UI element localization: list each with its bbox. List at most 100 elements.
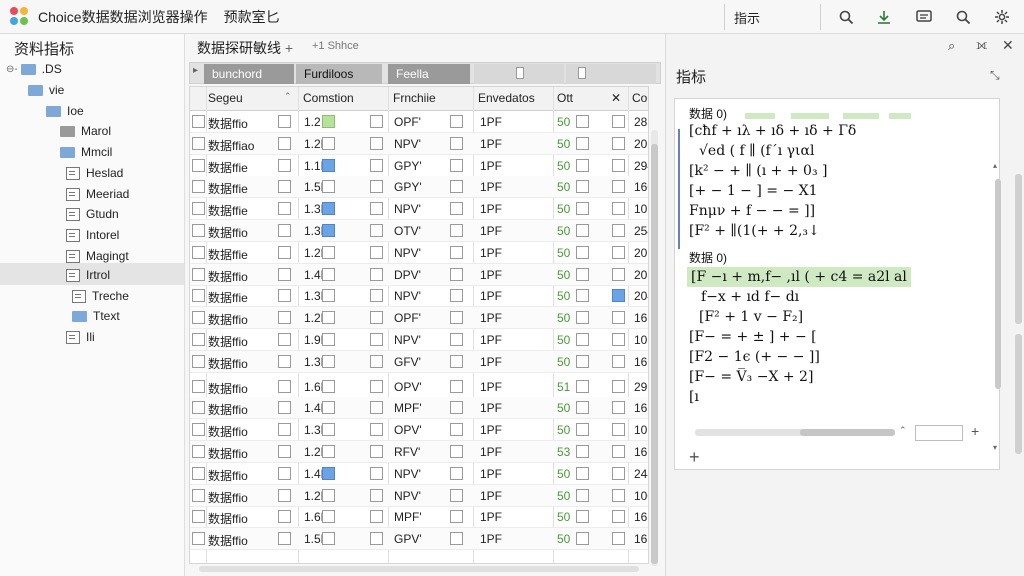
chat-icon[interactable] — [913, 6, 935, 28]
row-checkbox[interactable] — [322, 180, 335, 194]
row-checkbox[interactable] — [278, 532, 291, 546]
row-checkbox[interactable] — [450, 333, 463, 346]
row-checkbox[interactable] — [322, 224, 335, 237]
row-checkbox[interactable] — [370, 401, 383, 415]
close-icon[interactable]: ✕ — [1002, 37, 1014, 54]
table-row[interactable]: 数据ffiao1.2FNPV'1PF50201 — [190, 132, 648, 155]
row-checkbox[interactable] — [450, 224, 463, 237]
table-row[interactable]: 数据ffio1.6FOPV'1PF51291 — [190, 376, 648, 398]
row-checkbox[interactable] — [278, 224, 291, 237]
add-icon[interactable]: + — [971, 423, 979, 439]
row-checkbox[interactable] — [370, 136, 383, 150]
tree-item[interactable]: Intorel — [66, 225, 119, 245]
download-icon[interactable] — [873, 6, 895, 28]
row-checkbox[interactable] — [370, 289, 383, 303]
add-formula-button[interactable]: + — [689, 447, 700, 468]
row-checkbox[interactable] — [322, 289, 335, 303]
scroll-up-icon[interactable]: ▴ — [993, 161, 997, 170]
row-checkbox[interactable] — [576, 267, 589, 281]
row-checkbox[interactable] — [322, 354, 335, 368]
row-checkbox[interactable] — [612, 445, 625, 458]
tab-blank[interactable] — [474, 64, 564, 84]
row-checkbox[interactable] — [450, 423, 463, 437]
row-checkbox[interactable] — [322, 423, 335, 437]
formula-editor[interactable]: 数据 0) [cħf + ıλ + ıδ + ıδ + Γδ √ed ( f ∥… — [674, 98, 1001, 470]
row-checkbox[interactable] — [322, 401, 335, 415]
row-checkbox[interactable] — [192, 224, 205, 237]
table-row[interactable]: 数据ffie1.1FGPY'1PF50294 — [190, 155, 648, 177]
row-checkbox[interactable] — [612, 354, 625, 368]
row-checkbox[interactable] — [192, 488, 205, 502]
row-checkbox[interactable] — [612, 158, 625, 172]
row-checkbox[interactable] — [322, 333, 335, 346]
tree-item[interactable]: Gtudn — [66, 204, 119, 224]
search-icon[interactable] — [835, 6, 857, 28]
row-checkbox[interactable] — [450, 202, 463, 216]
row-checkbox[interactable] — [612, 224, 625, 237]
table-row[interactable]: 数据ffio1.2FOPF'1PF50161 — [190, 307, 648, 330]
vertical-scroll-thumb[interactable] — [651, 144, 658, 564]
row-checkbox[interactable] — [576, 445, 589, 458]
row-checkbox[interactable] — [612, 311, 625, 325]
row-checkbox[interactable] — [576, 311, 589, 325]
row-checkbox[interactable] — [576, 245, 589, 259]
row-checkbox[interactable] — [278, 510, 291, 524]
row-checkbox[interactable] — [450, 401, 463, 415]
table-row[interactable]: 数据ffie1.3FNPV'1PF50101 — [190, 198, 648, 221]
row-checkbox[interactable] — [450, 180, 463, 194]
row-checkbox[interactable] — [612, 202, 625, 216]
table-row[interactable]: 数据ffio 1.2 OPF' 1PF 50 281 — [190, 111, 648, 133]
row-checkbox[interactable] — [322, 267, 335, 281]
row-checkbox[interactable] — [322, 245, 335, 259]
row-checkbox[interactable] — [370, 532, 383, 546]
row-checkbox[interactable] — [192, 423, 205, 437]
row-checkbox[interactable] — [278, 245, 291, 259]
pin-icon[interactable]: ⤡ — [990, 68, 1000, 83]
row-checkbox[interactable] — [322, 510, 335, 524]
row-checkbox[interactable] — [278, 289, 291, 303]
row-checkbox[interactable] — [192, 532, 205, 546]
row-checkbox[interactable] — [576, 423, 589, 437]
table-row[interactable]: 数据ffio1.9FNPV'1PF50101 — [190, 329, 648, 351]
table-row[interactable]: 数据ffio1.2FRFV'1PF53161 — [190, 441, 648, 463]
caret-left-icon[interactable]: ▸ — [193, 65, 198, 76]
row-checkbox[interactable] — [612, 423, 625, 437]
row-checkbox[interactable] — [612, 401, 625, 415]
row-checkbox[interactable] — [576, 224, 589, 237]
row-checkbox[interactable] — [322, 445, 335, 458]
row-checkbox[interactable] — [192, 333, 205, 346]
panel-vertical-scrollbar[interactable] — [1015, 334, 1022, 454]
indicator-label[interactable]: 指示 — [734, 8, 760, 27]
row-checkbox[interactable] — [192, 158, 205, 172]
row-checkbox[interactable] — [370, 333, 383, 346]
row-checkbox[interactable] — [278, 180, 291, 194]
tab-bunchord[interactable]: bunchord — [204, 64, 294, 84]
table-row[interactable]: 数据ffio1.4FMPF'1PF50161 — [190, 397, 648, 420]
row-checkbox[interactable] — [612, 333, 625, 346]
row-checkbox[interactable] — [370, 379, 383, 393]
row-checkbox[interactable] — [450, 311, 463, 325]
table-row[interactable]: 数据ffio1.4FDPV'1PF50201 — [190, 263, 648, 286]
row-checkbox[interactable] — [576, 158, 589, 172]
row-checkbox[interactable] — [192, 289, 205, 303]
row-checkbox[interactable] — [278, 379, 291, 393]
row-checkbox[interactable] — [370, 510, 383, 524]
row-checkbox[interactable] — [612, 115, 625, 128]
column-header[interactable]: Frnchiie — [393, 91, 436, 105]
row-checkbox[interactable] — [450, 136, 463, 150]
row-checkbox[interactable] — [450, 245, 463, 259]
row-checkbox[interactable] — [322, 379, 335, 393]
row-checkbox[interactable] — [612, 488, 625, 502]
row-checkbox[interactable] — [370, 311, 383, 325]
row-checkbox[interactable] — [278, 488, 291, 502]
panel-vertical-scrollbar[interactable] — [1015, 174, 1022, 324]
row-checkbox[interactable] — [576, 379, 589, 393]
row-checkbox[interactable] — [370, 180, 383, 194]
row-checkbox[interactable] — [612, 136, 625, 150]
row-checkbox[interactable] — [278, 401, 291, 415]
row-checkbox[interactable] — [192, 136, 205, 150]
table-row[interactable]: 数据ffie1.2FNPV'1PF50201 — [190, 242, 648, 264]
row-checkbox[interactable] — [576, 466, 589, 480]
row-checkbox[interactable] — [322, 532, 335, 546]
row-checkbox[interactable] — [192, 466, 205, 480]
